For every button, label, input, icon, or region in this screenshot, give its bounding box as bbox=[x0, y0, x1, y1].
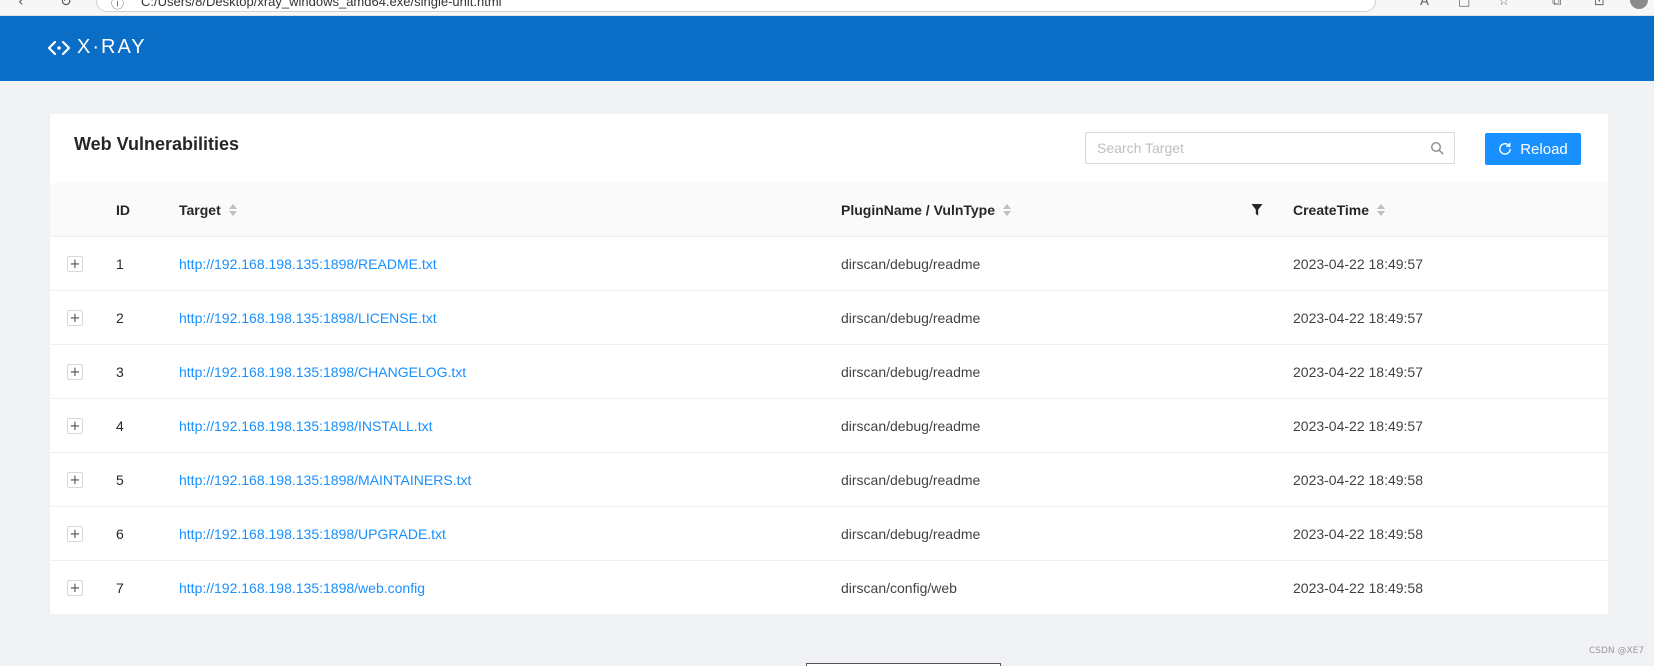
refresh-icon[interactable]: ↻ bbox=[60, 0, 72, 10]
cell-create-time: 2023-04-22 18:49:58 bbox=[1293, 472, 1423, 488]
sort-icon[interactable] bbox=[1003, 204, 1012, 216]
expand-row-button[interactable]: + bbox=[67, 364, 83, 380]
address-text[interactable]: C:/Users/8/Desktop/xray_windows_amd64.ex… bbox=[141, 0, 502, 9]
reload-label: Reload bbox=[1520, 140, 1568, 158]
vulnerabilities-card: Web Vulnerabilities Reload ID Target Plu… bbox=[49, 113, 1609, 615]
address-bar[interactable]: ⓘ C:/Users/8/Desktop/xray_windows_amd64.… bbox=[96, 0, 1376, 12]
expand-row-button[interactable]: + bbox=[67, 472, 83, 488]
cell-plugin: dirscan/debug/readme bbox=[841, 310, 981, 326]
read-aloud-icon[interactable]: A bbox=[1420, 0, 1429, 9]
target-link[interactable]: http://192.168.198.135:1898/LICENSE.txt bbox=[179, 310, 437, 326]
share-icon[interactable]: ⊡ bbox=[1594, 0, 1605, 9]
cell-id: 7 bbox=[116, 580, 124, 596]
profile-avatar[interactable] bbox=[1630, 0, 1648, 9]
column-header-createtime[interactable]: CreateTime bbox=[1293, 183, 1386, 237]
reload-icon bbox=[1499, 142, 1512, 155]
target-link[interactable]: http://192.168.198.135:1898/UPGRADE.txt bbox=[179, 526, 446, 542]
search-icon[interactable] bbox=[1430, 141, 1444, 155]
target-link[interactable]: http://192.168.198.135:1898/MAINTAINERS.… bbox=[179, 472, 471, 488]
table-header: ID Target PluginName / VulnType CreateTi… bbox=[50, 183, 1608, 237]
table-row: + 5 http://192.168.198.135:1898/MAINTAIN… bbox=[50, 453, 1608, 507]
watermark: CSDN @XE7 bbox=[1589, 646, 1645, 656]
column-header-plugin[interactable]: PluginName / VulnType bbox=[841, 183, 1012, 237]
column-header-id: ID bbox=[116, 202, 130, 218]
table-row: + 2 http://192.168.198.135:1898/LICENSE.… bbox=[50, 291, 1608, 345]
cell-create-time: 2023-04-22 18:49:58 bbox=[1293, 526, 1423, 542]
page-title: Web Vulnerabilities bbox=[74, 134, 240, 154]
brand-name: X·RAY bbox=[77, 36, 147, 58]
app-header: X·RAY bbox=[0, 16, 1654, 81]
favorites-icon[interactable]: ☆ bbox=[1498, 0, 1510, 9]
cell-plugin: dirscan/debug/readme bbox=[841, 472, 981, 488]
target-link[interactable]: http://192.168.198.135:1898/README.txt bbox=[179, 256, 437, 272]
search-input[interactable] bbox=[1086, 133, 1416, 163]
cell-create-time: 2023-04-22 18:49:57 bbox=[1293, 256, 1423, 272]
back-arrow-icon[interactable]: ‹ bbox=[18, 0, 24, 10]
table-row: + 7 http://192.168.198.135:1898/web.conf… bbox=[50, 561, 1608, 615]
cell-create-time: 2023-04-22 18:49:57 bbox=[1293, 418, 1423, 434]
expand-row-button[interactable]: + bbox=[67, 418, 83, 434]
extensions-icon[interactable]: □ bbox=[1458, 0, 1470, 9]
column-header-target[interactable]: Target bbox=[179, 183, 237, 237]
cell-create-time: 2023-04-22 18:49:57 bbox=[1293, 310, 1423, 326]
cell-plugin: dirscan/debug/readme bbox=[841, 418, 981, 434]
cell-create-time: 2023-04-22 18:49:57 bbox=[1293, 364, 1423, 380]
cell-plugin: dirscan/debug/readme bbox=[841, 526, 981, 542]
target-link[interactable]: http://192.168.198.135:1898/web.config bbox=[179, 580, 425, 596]
expand-row-button[interactable]: + bbox=[67, 256, 83, 272]
expand-row-button[interactable]: + bbox=[67, 526, 83, 542]
search-box[interactable] bbox=[1085, 132, 1455, 164]
table-row: + 1 http://192.168.198.135:1898/README.t… bbox=[50, 237, 1608, 291]
cell-plugin: dirscan/debug/readme bbox=[841, 256, 981, 272]
cell-plugin: dirscan/debug/readme bbox=[841, 364, 981, 380]
table-row: + 6 http://192.168.198.135:1898/UPGRADE.… bbox=[50, 507, 1608, 561]
cell-id: 2 bbox=[116, 310, 124, 326]
table-row: + 4 http://192.168.198.135:1898/INSTALL.… bbox=[50, 399, 1608, 453]
target-link[interactable]: http://192.168.198.135:1898/INSTALL.txt bbox=[179, 418, 432, 434]
info-icon[interactable]: ⓘ bbox=[111, 0, 124, 12]
cell-id: 1 bbox=[116, 256, 124, 272]
cell-id: 6 bbox=[116, 526, 124, 542]
cell-id: 4 bbox=[116, 418, 124, 434]
filter-icon[interactable] bbox=[1251, 203, 1263, 217]
cell-id: 3 bbox=[116, 364, 124, 380]
expand-row-button[interactable]: + bbox=[67, 310, 83, 326]
xray-logo-icon bbox=[47, 40, 71, 55]
target-link[interactable]: http://192.168.198.135:1898/CHANGELOG.tx… bbox=[179, 364, 466, 380]
reload-button[interactable]: Reload bbox=[1485, 133, 1581, 165]
table-row: + 3 http://192.168.198.135:1898/CHANGELO… bbox=[50, 345, 1608, 399]
cell-plugin: dirscan/config/web bbox=[841, 580, 957, 596]
cell-id: 5 bbox=[116, 472, 124, 488]
brand-logo[interactable]: X·RAY bbox=[47, 36, 147, 59]
collections-icon[interactable]: ⧉ bbox=[1552, 0, 1561, 9]
sort-icon[interactable] bbox=[1377, 204, 1386, 216]
cell-create-time: 2023-04-22 18:49:58 bbox=[1293, 580, 1423, 596]
sort-icon[interactable] bbox=[228, 204, 237, 216]
browser-toolbar: ‹ ↻ ⓘ C:/Users/8/Desktop/xray_windows_am… bbox=[0, 0, 1654, 16]
expand-row-button[interactable]: + bbox=[67, 580, 83, 596]
